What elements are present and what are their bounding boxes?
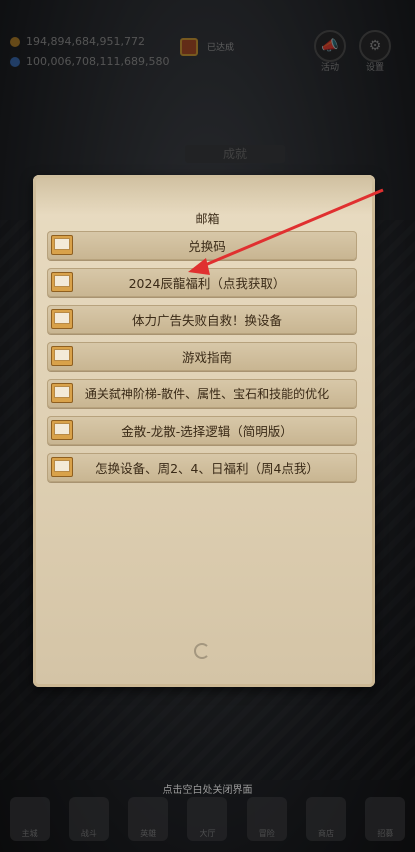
mail-item-label: 怎换设备、周2、4、日福利（周4点我） [95,461,319,476]
mail-item-label: 游戏指南 [181,350,232,365]
nav-item[interactable]: 战斗 [68,797,109,841]
envelope-icon [51,383,73,403]
mail-item-label: 兑换码 [188,239,226,254]
nav-item[interactable]: 主城 [9,797,50,841]
nav-item[interactable]: 冒险 [246,797,287,841]
mail-item[interactable]: 通关弑神阶梯-散件、属性、宝石和技能的优化 [47,379,357,408]
envelope-icon [51,457,73,477]
mail-item[interactable]: 金散-龙散-选择逻辑（简明版） [47,416,357,445]
mailbox-title: 邮箱 [195,212,220,226]
mail-item-label: 体力广告失败自救！换设备 [131,313,282,328]
envelope-icon [51,309,73,329]
envelope-icon [51,272,73,292]
envelope-icon [51,346,73,366]
envelope-icon [51,235,73,255]
mail-item[interactable]: 兑换码 [47,231,357,260]
mail-item[interactable]: 游戏指南 [47,342,357,371]
nav-item[interactable]: 大厅 [187,797,228,841]
mail-item-label: 通关弑神阶梯-散件、属性、宝石和技能的优化 [84,387,330,401]
envelope-icon [51,420,73,440]
refresh-icon[interactable] [194,643,210,659]
nav-item[interactable]: 招募 [365,797,406,841]
mail-item-label: 金散-龙散-选择逻辑（简明版） [121,424,293,439]
mail-item-label: 2024辰龍福利（点我获取） [128,276,286,291]
mail-item[interactable]: 怎换设备、周2、4、日福利（周4点我） [47,453,357,482]
nav-item[interactable]: 英雄 [128,797,169,841]
nav-item[interactable]: 商店 [306,797,347,841]
bottom-nav: 主城 战斗 英雄 大厅 冒险 商店 招募 [0,786,415,852]
mail-item[interactable]: 2024辰龍福利（点我获取） [47,268,357,297]
mail-item[interactable]: 体力广告失败自救！换设备 [47,305,357,334]
